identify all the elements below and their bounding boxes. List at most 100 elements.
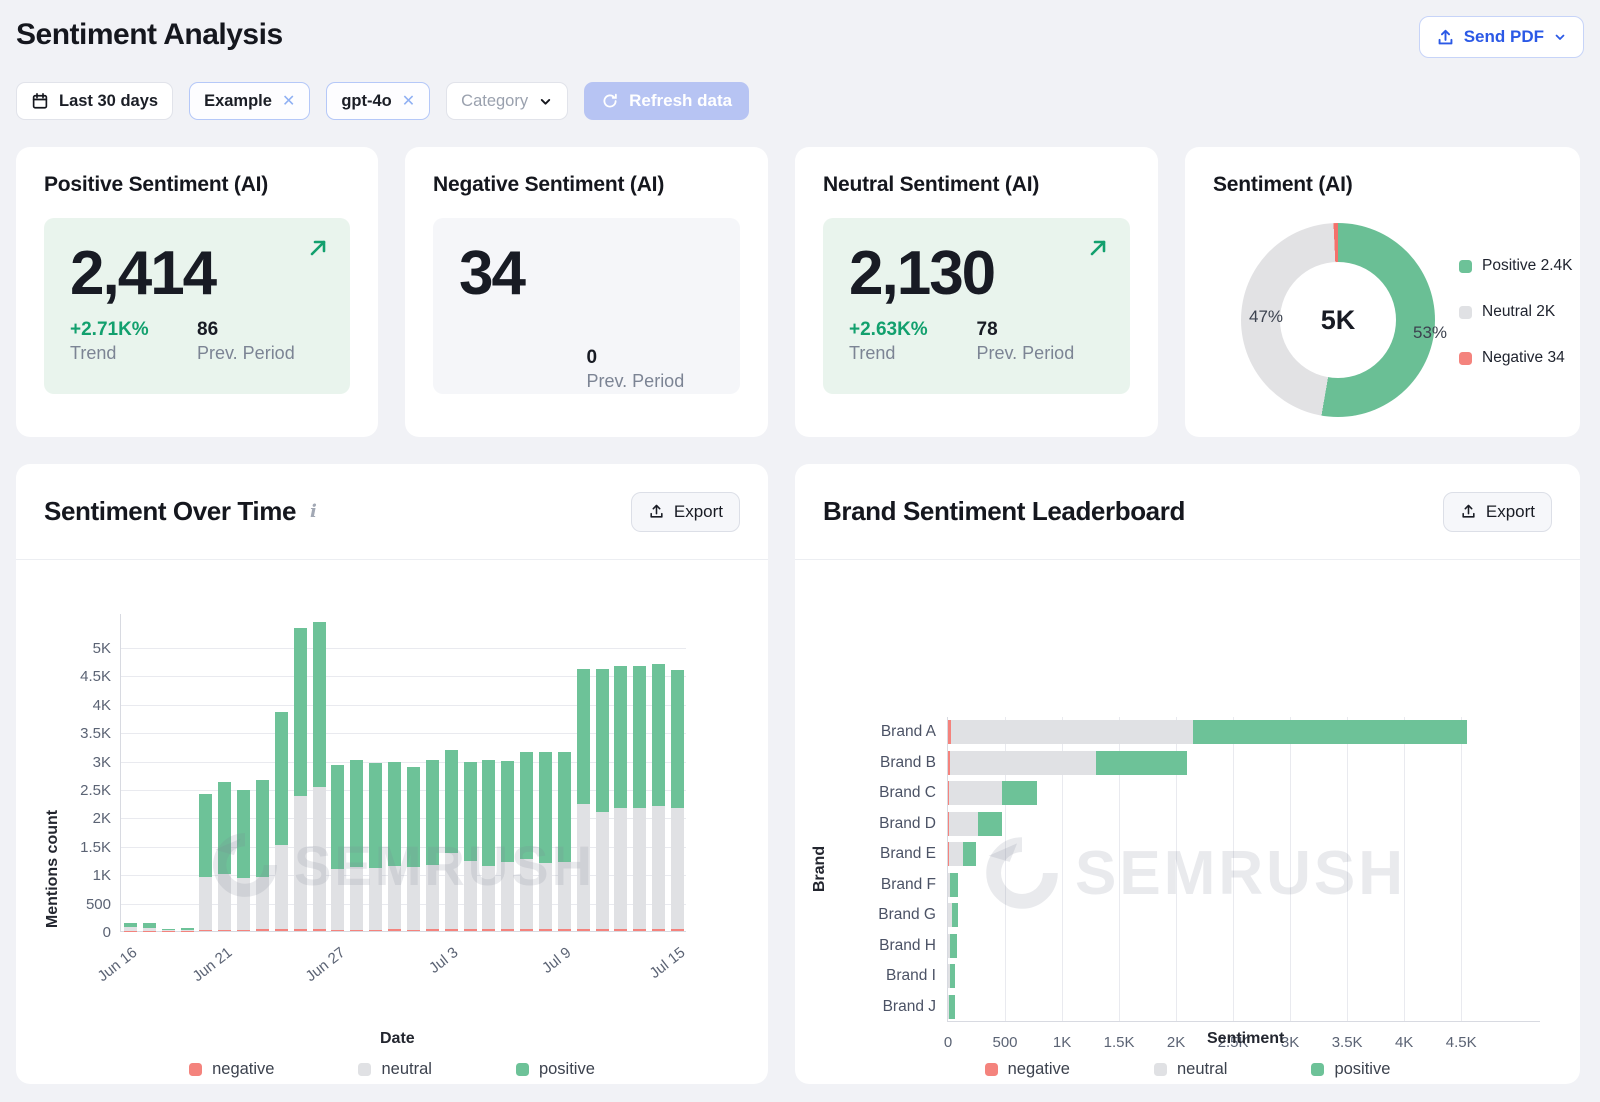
- bar-segment-positive[interactable]: [963, 842, 976, 866]
- bar-segment-neutral[interactable]: [633, 808, 646, 930]
- bar-segment-positive[interactable]: [237, 790, 250, 878]
- bar-segment-neutral[interactable]: [313, 787, 326, 929]
- legend-item-positive[interactable]: Positive 2.4K: [1459, 257, 1574, 275]
- bar-segment-negative[interactable]: [350, 930, 363, 931]
- bar-segment-positive[interactable]: [501, 761, 514, 863]
- bar-segment-positive[interactable]: [950, 934, 957, 958]
- bar-segment-negative[interactable]: [256, 929, 269, 931]
- bar-segment-positive[interactable]: [294, 628, 307, 796]
- bar-segment-positive[interactable]: [633, 666, 646, 808]
- bar-segment-neutral[interactable]: [275, 845, 288, 930]
- bar-segment-positive[interactable]: [464, 762, 477, 861]
- export-button[interactable]: Export: [1443, 492, 1552, 532]
- bar-segment-neutral[interactable]: [671, 808, 684, 930]
- bar-segment-positive[interactable]: [313, 622, 326, 788]
- bar-segment-neutral[interactable]: [614, 808, 627, 929]
- bar-segment-positive[interactable]: [369, 763, 382, 867]
- filter-chip-example[interactable]: Example ✕: [189, 82, 310, 120]
- bar-segment-neutral[interactable]: [464, 861, 477, 929]
- bar-segment-positive[interactable]: [558, 752, 571, 862]
- bar-segment-positive[interactable]: [952, 903, 958, 927]
- bar-segment-positive[interactable]: [978, 812, 1001, 836]
- bar-segment-neutral[interactable]: [181, 930, 194, 931]
- bar-segment-positive[interactable]: [407, 767, 420, 867]
- bar-segment-negative[interactable]: [652, 929, 665, 931]
- refresh-data-button[interactable]: Refresh data: [584, 82, 749, 120]
- legend-item-positive[interactable]: positive: [1311, 1060, 1390, 1079]
- bar-segment-positive[interactable]: [1096, 751, 1187, 775]
- info-icon[interactable]: i: [310, 501, 316, 522]
- bar-segment-neutral[interactable]: [331, 869, 344, 930]
- bar-segment-neutral[interactable]: [350, 867, 363, 929]
- bar-segment-neutral[interactable]: [218, 874, 231, 929]
- bar-segment-neutral[interactable]: [520, 859, 533, 929]
- bar-segment-positive[interactable]: [426, 760, 439, 865]
- legend-item-positive[interactable]: positive: [516, 1060, 595, 1079]
- bar-segment-negative[interactable]: [426, 929, 439, 931]
- bar-segment-positive[interactable]: [143, 923, 156, 928]
- bar-segment-neutral[interactable]: [199, 877, 212, 930]
- bar-segment-negative[interactable]: [199, 930, 212, 931]
- bar-segment-negative[interactable]: [218, 930, 231, 931]
- bar-segment-positive[interactable]: [949, 995, 955, 1019]
- bar-segment-negative[interactable]: [596, 929, 609, 931]
- bar-segment-positive[interactable]: [124, 923, 137, 928]
- bar-segment-neutral[interactable]: [577, 804, 590, 929]
- bar-segment-positive[interactable]: [652, 664, 665, 806]
- legend-item-negative[interactable]: negative: [985, 1060, 1070, 1079]
- bar-segment-negative[interactable]: [501, 929, 514, 931]
- bar-segment-neutral[interactable]: [388, 866, 401, 929]
- bar-segment-negative[interactable]: [482, 929, 495, 931]
- bar-segment-neutral[interactable]: [256, 877, 269, 929]
- bar-segment-negative[interactable]: [671, 929, 684, 931]
- bar-segment-neutral[interactable]: [596, 812, 609, 930]
- date-range-filter[interactable]: Last 30 days: [16, 82, 173, 120]
- bar-segment-negative[interactable]: [577, 929, 590, 931]
- legend-item-neutral[interactable]: Neutral 2K: [1459, 303, 1574, 321]
- bar-segment-positive[interactable]: [275, 712, 288, 844]
- bar-segment-positive[interactable]: [331, 765, 344, 869]
- bar-segment-positive[interactable]: [950, 873, 959, 897]
- bar-segment-neutral[interactable]: [407, 867, 420, 929]
- legend-item-neutral[interactable]: neutral: [1154, 1060, 1227, 1079]
- bar-segment-positive[interactable]: [218, 782, 231, 874]
- bar-segment-negative[interactable]: [237, 930, 250, 931]
- bar-segment-neutral[interactable]: [652, 806, 665, 929]
- bar-segment-negative[interactable]: [294, 929, 307, 931]
- bar-segment-positive[interactable]: [577, 669, 590, 804]
- send-pdf-button[interactable]: Send PDF: [1419, 16, 1584, 58]
- bar-segment-negative[interactable]: [633, 929, 646, 931]
- bar-segment-neutral[interactable]: [949, 781, 1002, 805]
- export-button[interactable]: Export: [631, 492, 740, 532]
- bar-segment-positive[interactable]: [614, 666, 627, 809]
- bar-segment-negative[interactable]: [369, 930, 382, 931]
- bar-segment-neutral[interactable]: [950, 751, 1097, 775]
- bar-segment-negative[interactable]: [614, 929, 627, 931]
- bar-segment-positive[interactable]: [596, 669, 609, 812]
- remove-chip-icon[interactable]: ✕: [282, 91, 295, 111]
- category-dropdown[interactable]: Category: [446, 82, 568, 120]
- bar-segment-negative[interactable]: [539, 929, 552, 931]
- bar-segment-positive[interactable]: [671, 670, 684, 808]
- bar-segment-positive[interactable]: [539, 752, 552, 863]
- bar-segment-negative[interactable]: [275, 929, 288, 931]
- legend-item-negative[interactable]: Negative 34: [1459, 349, 1574, 367]
- bar-segment-neutral[interactable]: [951, 720, 1193, 744]
- bar-segment-neutral[interactable]: [445, 853, 458, 929]
- bar-segment-neutral[interactable]: [539, 863, 552, 929]
- bar-segment-neutral[interactable]: [558, 862, 571, 930]
- bar-segment-positive[interactable]: [388, 762, 401, 866]
- bar-segment-positive[interactable]: [350, 760, 363, 868]
- bar-segment-positive[interactable]: [1002, 781, 1037, 805]
- bar-segment-positive[interactable]: [181, 928, 194, 930]
- bar-segment-positive[interactable]: [162, 929, 175, 930]
- filter-chip-gpt4o[interactable]: gpt-4o ✕: [326, 82, 430, 120]
- bar-segment-negative[interactable]: [520, 929, 533, 931]
- bar-segment-positive[interactable]: [445, 750, 458, 853]
- bar-segment-positive[interactable]: [520, 752, 533, 859]
- bar-segment-negative[interactable]: [331, 930, 344, 931]
- bar-segment-negative[interactable]: [558, 929, 571, 931]
- bar-segment-negative[interactable]: [388, 929, 401, 931]
- bar-segment-positive[interactable]: [1193, 720, 1467, 744]
- bar-segment-neutral[interactable]: [237, 878, 250, 929]
